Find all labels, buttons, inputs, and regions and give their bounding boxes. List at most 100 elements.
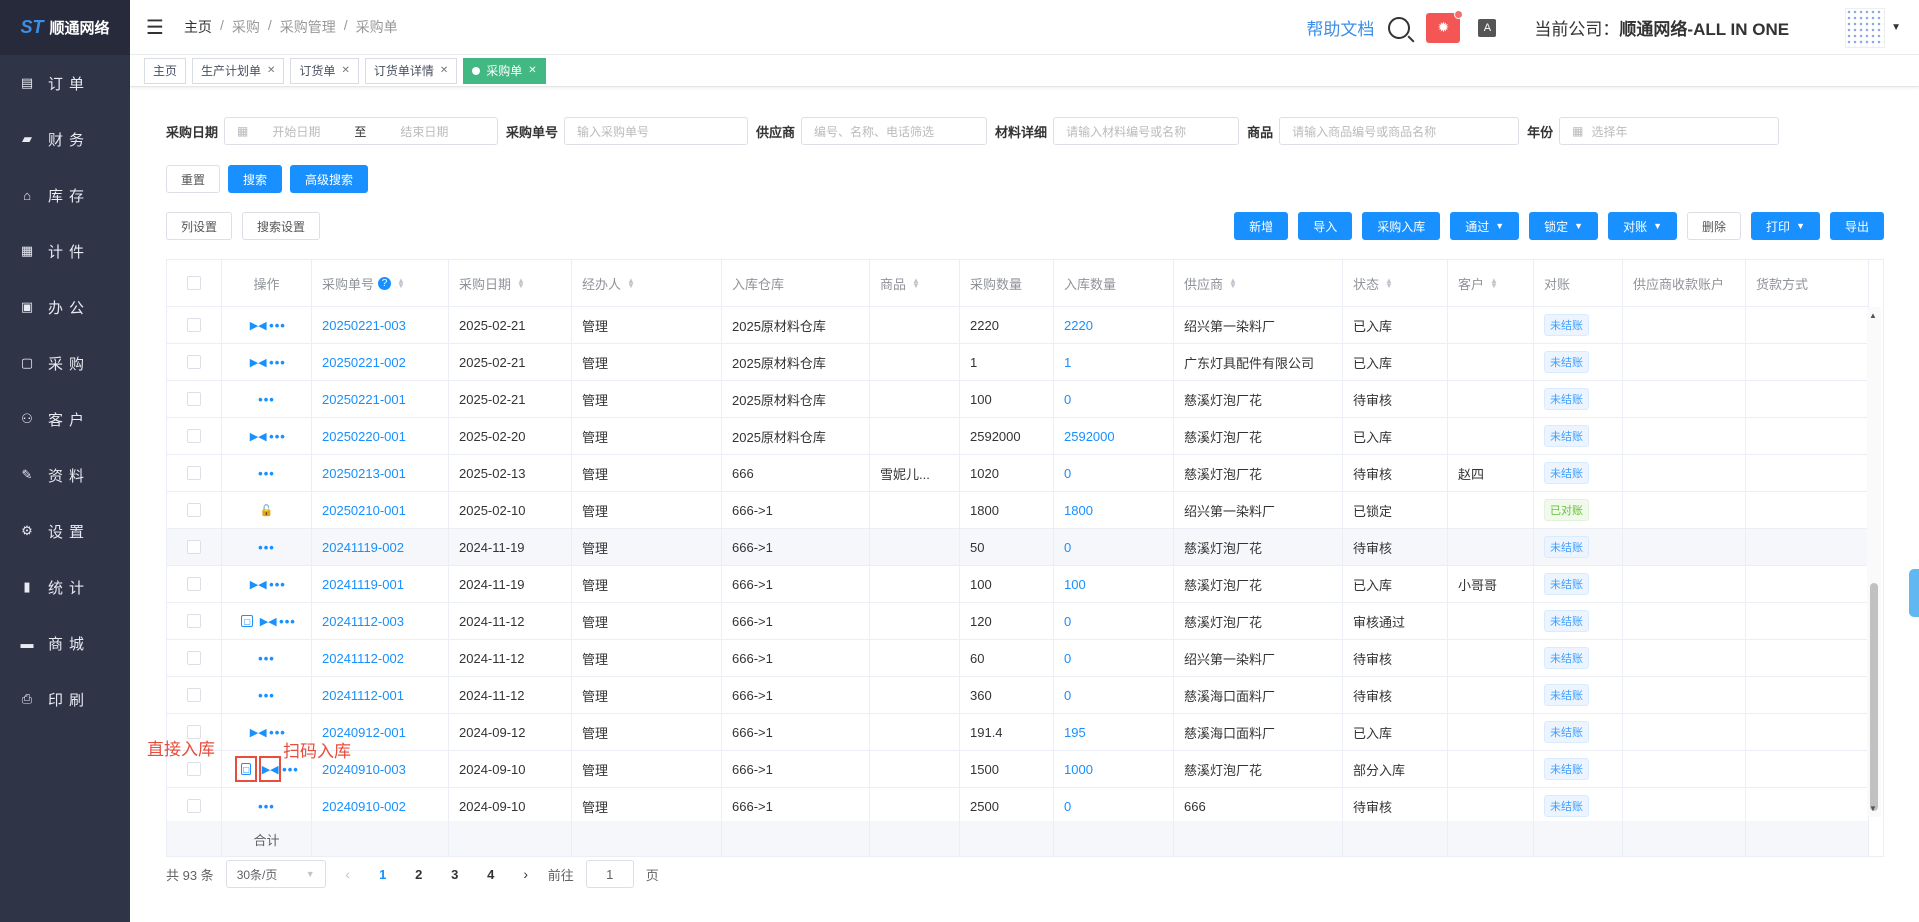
scan-in-icon[interactable]: ▶◀: [250, 577, 267, 591]
table-row[interactable]: ▢ ▶◀ ••• 20240910-003 2024-09-10 管理 666->1 1500…: [167, 751, 1869, 788]
sort-icon[interactable]: ▲ ▼: [912, 277, 920, 290]
sort-icon[interactable]: ▲ ▼: [1490, 277, 1498, 290]
table-row[interactable]: ••• 20241112-001 2024-11-12 管理 666->1 360 0 慈溪海…: [167, 677, 1869, 714]
more-icon[interactable]: •••: [279, 614, 296, 629]
export-button[interactable]: 导出: [1829, 212, 1884, 240]
order-no-link[interactable]: 20241119-001: [322, 577, 404, 592]
order-no-link[interactable]: 20240910-003: [322, 762, 406, 777]
order-no-link[interactable]: 20250210-001: [322, 503, 406, 518]
table-scrollbar[interactable]: ▲ ▼: [1867, 307, 1881, 817]
order-no-link[interactable]: 20250221-003: [322, 318, 406, 333]
next-page-icon[interactable]: ›: [516, 866, 536, 882]
goto-page-input[interactable]: 1: [585, 860, 634, 888]
more-icon[interactable]: •••: [258, 392, 275, 407]
product-input[interactable]: 请输入商品编号或商品名称: [1279, 117, 1520, 145]
advanced-search-button[interactable]: 高级搜索: [290, 165, 369, 193]
page-4[interactable]: 4: [478, 867, 504, 882]
order-no-link[interactable]: 20250220-001: [322, 429, 406, 444]
table-row[interactable]: ••• 20241119-002 2024-11-19 管理 666->1 50 0 慈溪灯泡…: [167, 529, 1869, 566]
tab-0[interactable]: 主页: [144, 57, 187, 84]
sidebar-item-purchase[interactable]: ▢ 采购: [0, 335, 130, 391]
order-no-link[interactable]: 20241119-002: [322, 540, 404, 555]
more-icon[interactable]: •••: [269, 355, 286, 370]
direct-in-icon[interactable]: ▢: [241, 615, 254, 627]
date-range-picker[interactable]: ▦ 开始日期 至 结束日期: [224, 117, 499, 145]
lock-icon[interactable]: 🔓: [260, 503, 274, 517]
more-icon[interactable]: •••: [269, 429, 286, 444]
sort-icon[interactable]: ▲ ▼: [397, 277, 405, 290]
in-qty-link[interactable]: 0: [1064, 614, 1071, 629]
table-row[interactable]: ••• 20241112-002 2024-11-12 管理 666->1 60 0 绍兴第一…: [167, 640, 1869, 677]
reconcile-dropdown-button[interactable]: 对账 ▼: [1608, 212, 1678, 240]
search-button[interactable]: 搜索: [228, 165, 283, 193]
order-no-link[interactable]: 20241112-001: [322, 688, 404, 703]
font-size-icon[interactable]: A: [1478, 18, 1497, 37]
sort-icon[interactable]: ▲ ▼: [627, 277, 635, 290]
order-no-link[interactable]: 20241112-003: [322, 614, 404, 629]
date-end-field[interactable]: 结束日期: [400, 123, 448, 140]
breadcrumb-home[interactable]: 主页: [184, 17, 212, 37]
order-no-link[interactable]: 20240910-002: [322, 799, 406, 814]
close-icon[interactable]: ✕: [341, 65, 349, 76]
tab-4[interactable]: 采购单 ✕: [463, 57, 546, 84]
sidebar-item-order[interactable]: ▤ 订单: [0, 55, 130, 111]
scan-in-icon[interactable]: ▶◀: [250, 429, 267, 443]
sidebar-item-statistics[interactable]: ▮ 统计: [0, 559, 130, 615]
sidebar-item-customer[interactable]: ⚇ 客户: [0, 391, 130, 447]
sidebar-item-material[interactable]: ✎ 资料: [0, 447, 130, 503]
prev-page-icon[interactable]: ‹: [338, 866, 358, 882]
row-checkbox[interactable]: [187, 503, 201, 517]
page-2[interactable]: 2: [406, 867, 432, 882]
year-picker[interactable]: ▦ 选择年: [1559, 117, 1780, 145]
row-checkbox[interactable]: [187, 392, 201, 406]
sidebar-item-print[interactable]: ⎙ 印刷: [0, 671, 130, 727]
date-start-field[interactable]: 开始日期: [272, 123, 320, 140]
supplier-input[interactable]: 编号、名称、电话筛选: [801, 117, 988, 145]
scroll-up-icon[interactable]: ▲: [1869, 311, 1877, 320]
row-checkbox[interactable]: [187, 688, 201, 702]
sidebar-item-finance[interactable]: ▰ 财务: [0, 111, 130, 167]
sidebar-item-office[interactable]: ▣ 办公: [0, 279, 130, 335]
close-icon[interactable]: ✕: [267, 65, 275, 76]
table-row[interactable]: 🔓 20250210-001 2025-02-10 管理 666->1 1800 1800 绍…: [167, 492, 1869, 529]
delete-button[interactable]: 删除: [1687, 212, 1742, 240]
order-no-link[interactable]: 20250221-001: [322, 392, 406, 407]
help-docs-link[interactable]: 帮助文档: [1306, 15, 1374, 40]
approve-dropdown-button[interactable]: 通过 ▼: [1450, 212, 1520, 240]
in-qty-link[interactable]: 0: [1064, 688, 1071, 703]
row-checkbox[interactable]: [187, 466, 201, 480]
table-row[interactable]: ••• 20240910-002 2024-09-10 管理 666->1 2500 0 66…: [167, 788, 1869, 825]
scan-in-icon[interactable]: ▶◀: [250, 355, 267, 369]
scan-in-icon[interactable]: ▶◀: [262, 762, 279, 776]
more-icon[interactable]: •••: [269, 318, 286, 333]
row-checkbox[interactable]: [187, 540, 201, 554]
order-no-link[interactable]: 20250221-002: [322, 355, 406, 370]
row-checkbox[interactable]: [187, 318, 201, 332]
row-checkbox[interactable]: [187, 762, 201, 776]
in-qty-link[interactable]: 1: [1064, 355, 1071, 370]
scroll-down-icon[interactable]: ▼: [1869, 804, 1877, 813]
in-qty-link[interactable]: 0: [1064, 466, 1071, 481]
row-checkbox[interactable]: [187, 429, 201, 443]
purchase-in-button[interactable]: 采购入库: [1362, 212, 1441, 240]
table-row[interactable]: ▶◀ ••• 20241119-001 2024-11-19 管理 666->1 100 10…: [167, 566, 1869, 603]
avatar[interactable]: [1845, 7, 1886, 48]
table-row[interactable]: ▶◀ ••• 20250221-003 2025-02-21 管理 2025原材料仓库 22…: [167, 307, 1869, 344]
order-no-link[interactable]: 20250213-001: [322, 466, 406, 481]
in-qty-link[interactable]: 0: [1064, 392, 1071, 407]
in-qty-link[interactable]: 0: [1064, 540, 1071, 555]
sidebar-item-settings[interactable]: ⚙ 设置: [0, 503, 130, 559]
help-icon[interactable]: ?: [378, 276, 392, 290]
row-checkbox[interactable]: [187, 614, 201, 628]
row-checkbox[interactable]: [187, 651, 201, 665]
new-button[interactable]: 新增: [1234, 212, 1289, 240]
tab-2[interactable]: 订货单 ✕: [290, 57, 359, 84]
page-size-select[interactable]: 30条/页 ▼: [225, 860, 326, 888]
in-qty-link[interactable]: 0: [1064, 651, 1071, 666]
side-drawer-handle[interactable]: [1909, 569, 1919, 617]
more-icon[interactable]: •••: [258, 466, 275, 481]
in-qty-link[interactable]: 2592000: [1064, 429, 1115, 444]
table-row[interactable]: ▢ ▶◀ ••• 20241112-003 2024-11-12 管理 666->1 120 0…: [167, 603, 1869, 640]
reset-button[interactable]: 重置: [166, 165, 221, 193]
sort-icon[interactable]: ▲ ▼: [1385, 277, 1393, 290]
